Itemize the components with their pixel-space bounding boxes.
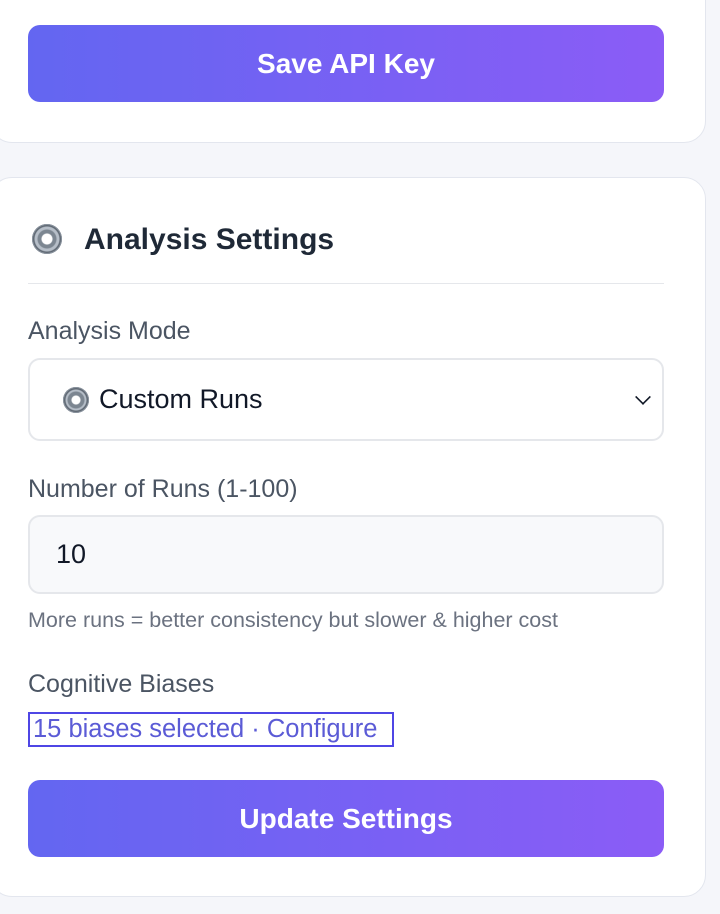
gear-icon xyxy=(63,386,89,413)
gear-icon xyxy=(32,224,62,254)
analysis-mode-select[interactable]: Custom Runs xyxy=(28,358,664,441)
save-api-key-button[interactable]: Save API Key xyxy=(28,25,664,102)
analysis-mode-selected: Custom Runs xyxy=(99,384,263,414)
configure-biases-link[interactable]: 15 biases selected · Configure xyxy=(28,712,394,747)
runs-hint: More runs = better consistency but slowe… xyxy=(28,608,558,632)
cognitive-biases-label: Cognitive Biases xyxy=(28,670,215,698)
number-of-runs-input[interactable] xyxy=(28,515,664,594)
update-settings-button[interactable]: Update Settings xyxy=(28,780,664,857)
number-of-runs-label: Number of Runs (1-100) xyxy=(28,475,298,503)
analysis-mode-label: Analysis Mode xyxy=(28,317,191,345)
chevron-down-icon[interactable] xyxy=(635,389,651,405)
section-header: Analysis Settings xyxy=(28,218,664,284)
section-title: Analysis Settings xyxy=(84,223,335,256)
